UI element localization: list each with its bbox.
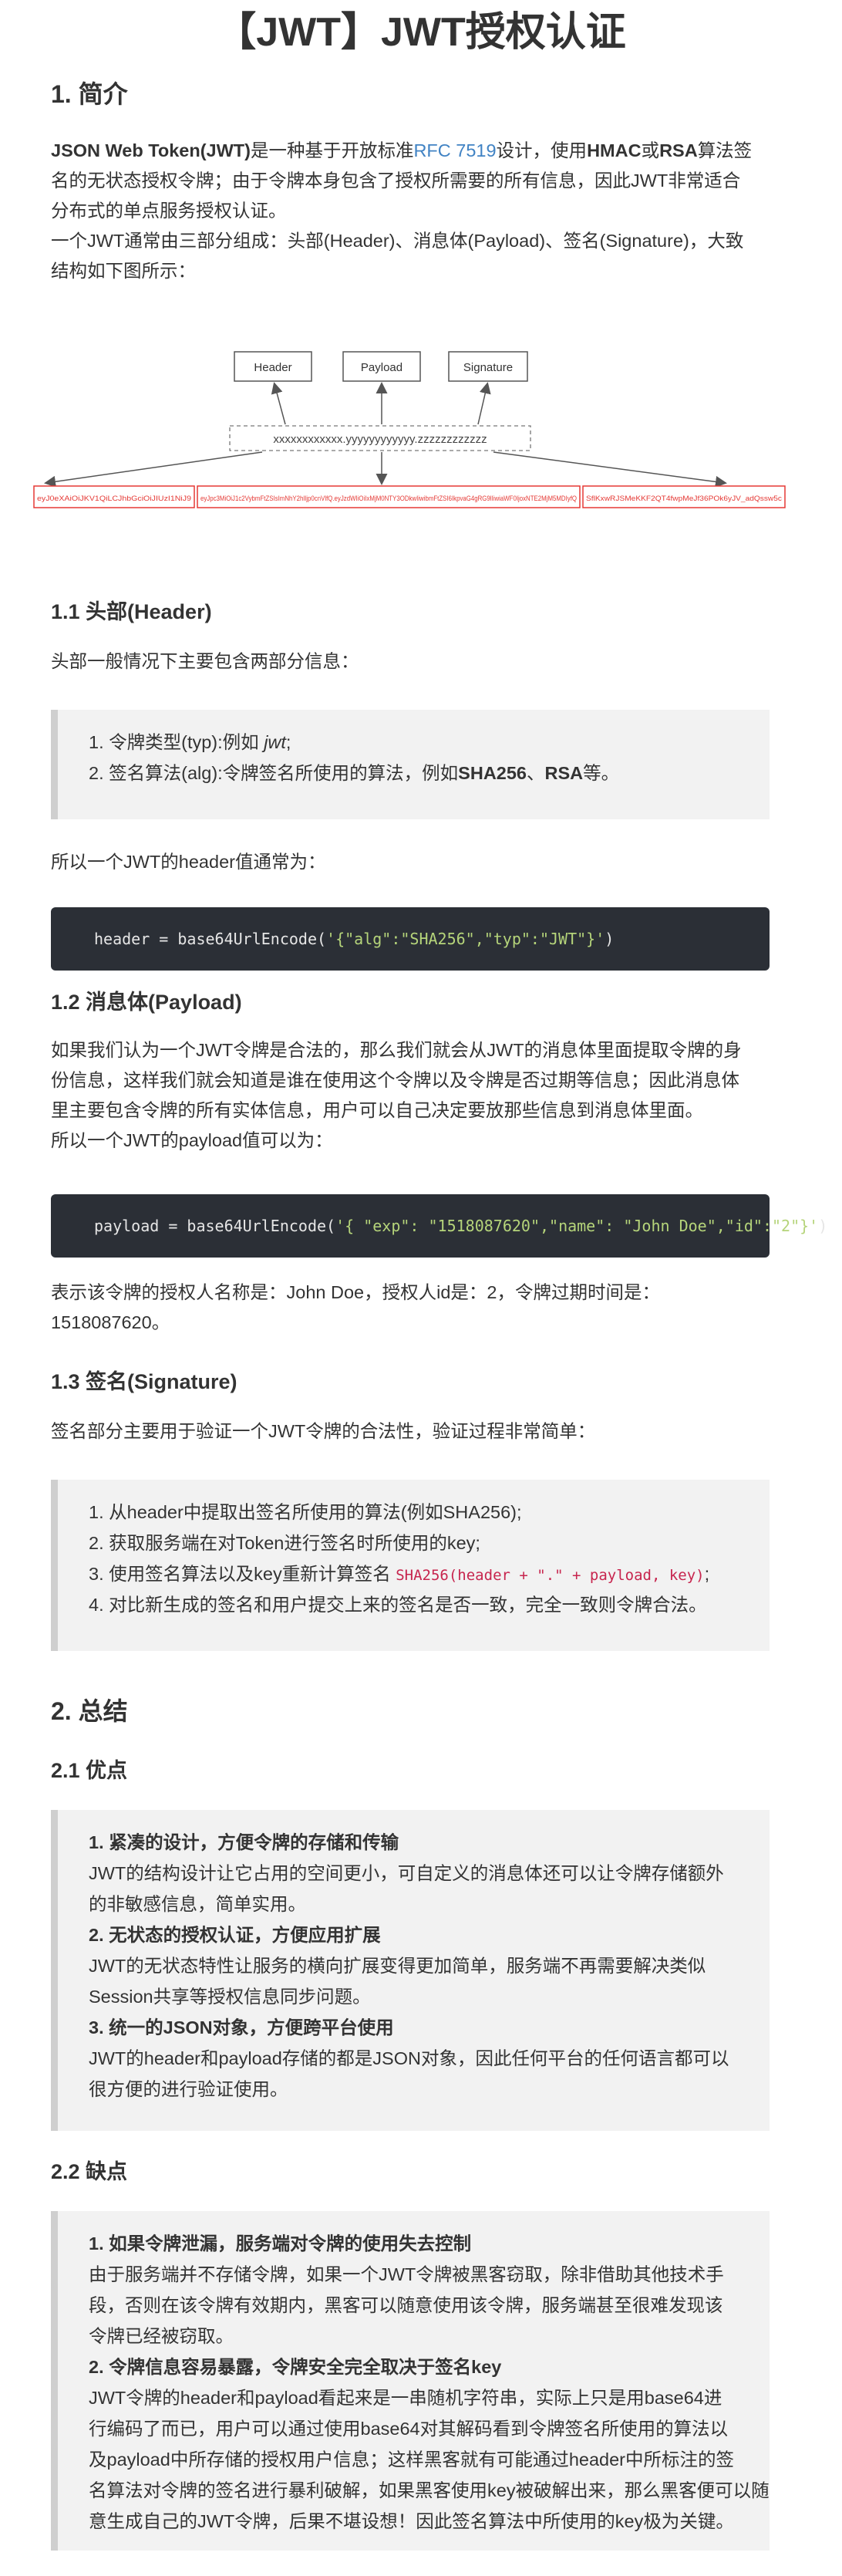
item-text: 3. 使用签名算法以及key重新计算签名 (89, 1564, 396, 1584)
signature-intro: 签名部分主要用于验证一个JWT令牌的合法性，验证过程非常简单： (51, 1421, 596, 1441)
signature-step: 2. 获取服务端在对Token进行签名时所使用的key; (89, 1533, 480, 1553)
payload-explanation: 表示该令牌的授权人名称是：John Doe，授权人id是：2，令牌过期时间是： … (51, 1278, 776, 1338)
signature-steps-quote: 1. 从header中提取出签名所使用的算法(例如SHA256); 2. 获取服… (51, 1480, 770, 1651)
pro-line: 很方便的进行验证使用。 (89, 2079, 288, 2099)
item-text: ; (704, 1564, 710, 1584)
payload-paragraph: 如果我们认为一个JWT令牌是合法的，那么我们就会从JWT的消息体里面提取令牌的身… (51, 1035, 776, 1156)
rsa-term: RSA (659, 140, 698, 160)
pro-title: 3. 统一的JSON对象，方便跨平台使用 (89, 2012, 394, 2043)
header-intro: 头部一般情况下主要包含两部分信息： (51, 651, 359, 671)
section-heading-header: 1.1 头部(Header) (51, 600, 212, 623)
pro-line: JWT的header和payload存储的都是JSON对象，因此任何平台的任何语… (89, 2048, 729, 2068)
con-line: 意生成自己的JWT令牌，后果不堪设想！因此签名算法中所使用的key极为关键。 (89, 2511, 734, 2531)
header-fields-quote: 1. 令牌类型(typ):例如 jwt; 2. 签名算法(alg):令牌签名所使… (51, 710, 770, 819)
payload-box-label: Payload (361, 361, 402, 374)
payload-line: 里主要包含令牌的所有实体信息，用户可以自己决定要放那些信息到消息体里面。 (51, 1100, 703, 1120)
pro-title-text: 1. 紧凑的设计，方便令牌的存储和传输 (89, 1832, 399, 1852)
intro-line: 结构如下图所示： (51, 261, 196, 281)
signature-step: 1. 从header中提取出签名所使用的算法(例如SHA256); (89, 1502, 522, 1522)
con-title-text: 2. 令牌信息容易暴露，令牌安全完全取决于签名key (89, 2357, 502, 2377)
code-text: payload = base64UrlEncode( (94, 1217, 336, 1235)
item-text: 2. 签名算法(alg):令牌签名所使用的算法，例如 (89, 763, 459, 783)
cons-quote: 1. 如果令牌泄漏，服务端对令牌的使用失去控制 由于服务端并不存储令牌，如果一个… (51, 2211, 770, 2551)
con-title: 1. 如果令牌泄漏，服务端对令牌的使用失去控制 (89, 2228, 471, 2259)
pro-title: 2. 无状态的授权认证，方便应用扩展 (89, 1919, 381, 1950)
pro-line: JWT的无状态特性让服务的横向扩展变得更加简单，服务端不再需要解决类似 (89, 1956, 706, 1976)
code-text: ) (818, 1217, 828, 1235)
sha256-term: SHA256 (458, 763, 527, 783)
con-line: 名算法对令牌的签名进行暴利破解，如果黑客使用key被破解出来，那么黑客便可以随 (89, 2480, 770, 2500)
payload-explain-line: 表示该令牌的授权人名称是：John Doe，授权人id是：2，令牌过期时间是： (51, 1282, 660, 1302)
header-value-intro: 所以一个JWT的header值通常为： (51, 852, 326, 872)
payload-line: 如果我们认为一个JWT令牌是合法的，那么我们就会从JWT的消息体里面提取令牌的身 (51, 1040, 742, 1060)
intro-text: 或 (641, 140, 660, 160)
item-text: 、 (527, 763, 545, 783)
header-field-alg: 2. 签名算法(alg):令牌签名所使用的算法，例如SHA256、RSA等。 (89, 758, 619, 788)
payload-line: 份信息，这样我们就会知道是谁在使用这个令牌以及令牌是否过期等信息；因此消息体 (51, 1070, 739, 1090)
code-text: ) (605, 930, 615, 948)
section-heading-payload: 1.2 消息体(Payload) (51, 991, 242, 1014)
con-line: JWT令牌的header和payload看起来是一串随机字符串，实际上只是用ba… (89, 2388, 722, 2408)
hmac-term: HMAC (587, 140, 642, 160)
jwt-term: JSON Web Token(JWT) (51, 140, 251, 160)
page-title: 【JWT】JWT授权认证 (216, 10, 626, 55)
con-line: 令牌已经被窃取。 (89, 2326, 234, 2346)
pro-line: Session共享等授权信息同步问题。 (89, 1987, 371, 2007)
pros-quote: 1. 紧凑的设计，方便令牌的存储和传输 JWT的结构设计让它占用的空间更小，可自… (51, 1810, 770, 2131)
payload-line: 所以一个JWT的payload值可以为： (51, 1130, 333, 1150)
token-header-text: eyJ0eXAiOiJKV1QiLCJhbGciOiJIUzI1NiJ9 (37, 495, 191, 503)
intro-line: 名的无状态授权令牌；由于令牌本身包含了授权所需要的所有信息，因此JWT非常适合 (51, 170, 741, 191)
signature-step: 4. 对比新生成的签名和用户提交上来的签名是否一致，完全一致则令牌合法。 (89, 1595, 707, 1615)
intro-text: 设计，使用 (496, 140, 588, 160)
header-field-typ: 1. 令牌类型(typ):例如 jwt; (89, 727, 291, 758)
section-heading-pros: 2.1 优点 (51, 1759, 128, 1782)
con-line: 及payload中所存储的授权用户信息；这样黑客就有可能通过header中所标注… (89, 2449, 734, 2470)
section-heading-signature: 1.3 签名(Signature) (51, 1370, 237, 1393)
signature-step: 3. 使用签名算法以及key重新计算签名 SHA256(header + "."… (89, 1558, 709, 1591)
item-text: 等。 (583, 763, 620, 783)
intro-line: 分布式的单点服务授权认证。 (51, 201, 287, 221)
intro-text: 算法签 (697, 140, 753, 160)
token-payload-text: eyJpc3MiOiJ1c2VybmFtZSIsImNhY2hlIjp0cnVl… (200, 495, 577, 503)
rfc-link[interactable]: RFC 7519 (413, 140, 496, 160)
section-heading-intro: 1. 简介 (51, 80, 128, 108)
article: 【JWT】JWT授权认证 1. 简介 JSON Web Token(JWT)是一… (0, 0, 842, 2576)
pro-title: 1. 紧凑的设计，方便令牌的存储和传输 (89, 1827, 399, 1858)
intro-paragraph: JSON Web Token(JWT)是一种基于开放标准RFC 7519设计，使… (51, 136, 776, 286)
con-line: 段，否则在该令牌有效期内，黑客可以随意使用该令牌，服务端甚至很难发现该 (89, 2295, 723, 2315)
con-title-text: 1. 如果令牌泄漏，服务端对令牌的使用失去控制 (89, 2233, 472, 2254)
jwt-structure-text: xxxxxxxxxxxx.yyyyyyyyyyyy.zzzzzzzzzzzz (273, 433, 487, 446)
signature-box-label: Signature (463, 361, 513, 374)
pro-line: JWT的结构设计让它占用的空间更小，可自定义的消息体还可以让令牌存储额外 (89, 1863, 724, 1883)
rsa-term: RSA (544, 763, 584, 783)
item-em: jwt (264, 732, 286, 752)
jwt-structure-diagram: Header Payload Signature xxxxxxxxxxxx.yy… (33, 351, 786, 508)
pro-line: 的非敏感信息，简单实用。 (89, 1894, 306, 1914)
intro-line: 一个JWT通常由三部分组成：头部(Header)、消息体(Payload)、签名… (51, 231, 744, 251)
payload-code-block: payload = base64UrlEncode('{ "exp": "151… (51, 1194, 827, 1258)
token-signature-text: SflKxwRJSMeKKF2QT4fwpMeJf36POk6yJV_adQss… (586, 495, 782, 503)
pro-title-text: 2. 无状态的授权认证，方便应用扩展 (89, 1925, 381, 1945)
inline-code: SHA256(header + "." + payload, key) (396, 1567, 705, 1584)
payload-explain-line: 1518087620。 (51, 1312, 170, 1332)
con-title: 2. 令牌信息容易暴露，令牌安全完全取决于签名key (89, 2351, 501, 2382)
code-string: '{"alg":"SHA256","typ":"JWT"}' (326, 930, 605, 948)
pro-title-text: 3. 统一的JSON对象，方便跨平台使用 (89, 2017, 394, 2038)
intro-text: 是一种基于开放标准 (250, 140, 414, 160)
code-text: header = base64UrlEncode( (94, 930, 327, 948)
item-text: ; (285, 732, 291, 752)
section-heading-summary: 2. 总结 (51, 1697, 128, 1725)
code-string: '{ "exp": "1518087620","name": "John Doe… (335, 1217, 819, 1235)
section-heading-cons: 2.2 缺点 (51, 2160, 128, 2183)
con-line: 行编码了而已，用户可以通过使用base64对其解码看到令牌签名所使用的算法以 (89, 2419, 729, 2439)
header-code-block: header = base64UrlEncode('{"alg":"SHA256… (51, 907, 770, 971)
con-line: 由于服务端并不存储令牌，如果一个JWT令牌被黑客窃取，除非借助其他技术手 (89, 2264, 724, 2284)
item-text: 1. 令牌类型(typ):例如 (89, 732, 264, 752)
header-box-label: Header (254, 361, 291, 374)
